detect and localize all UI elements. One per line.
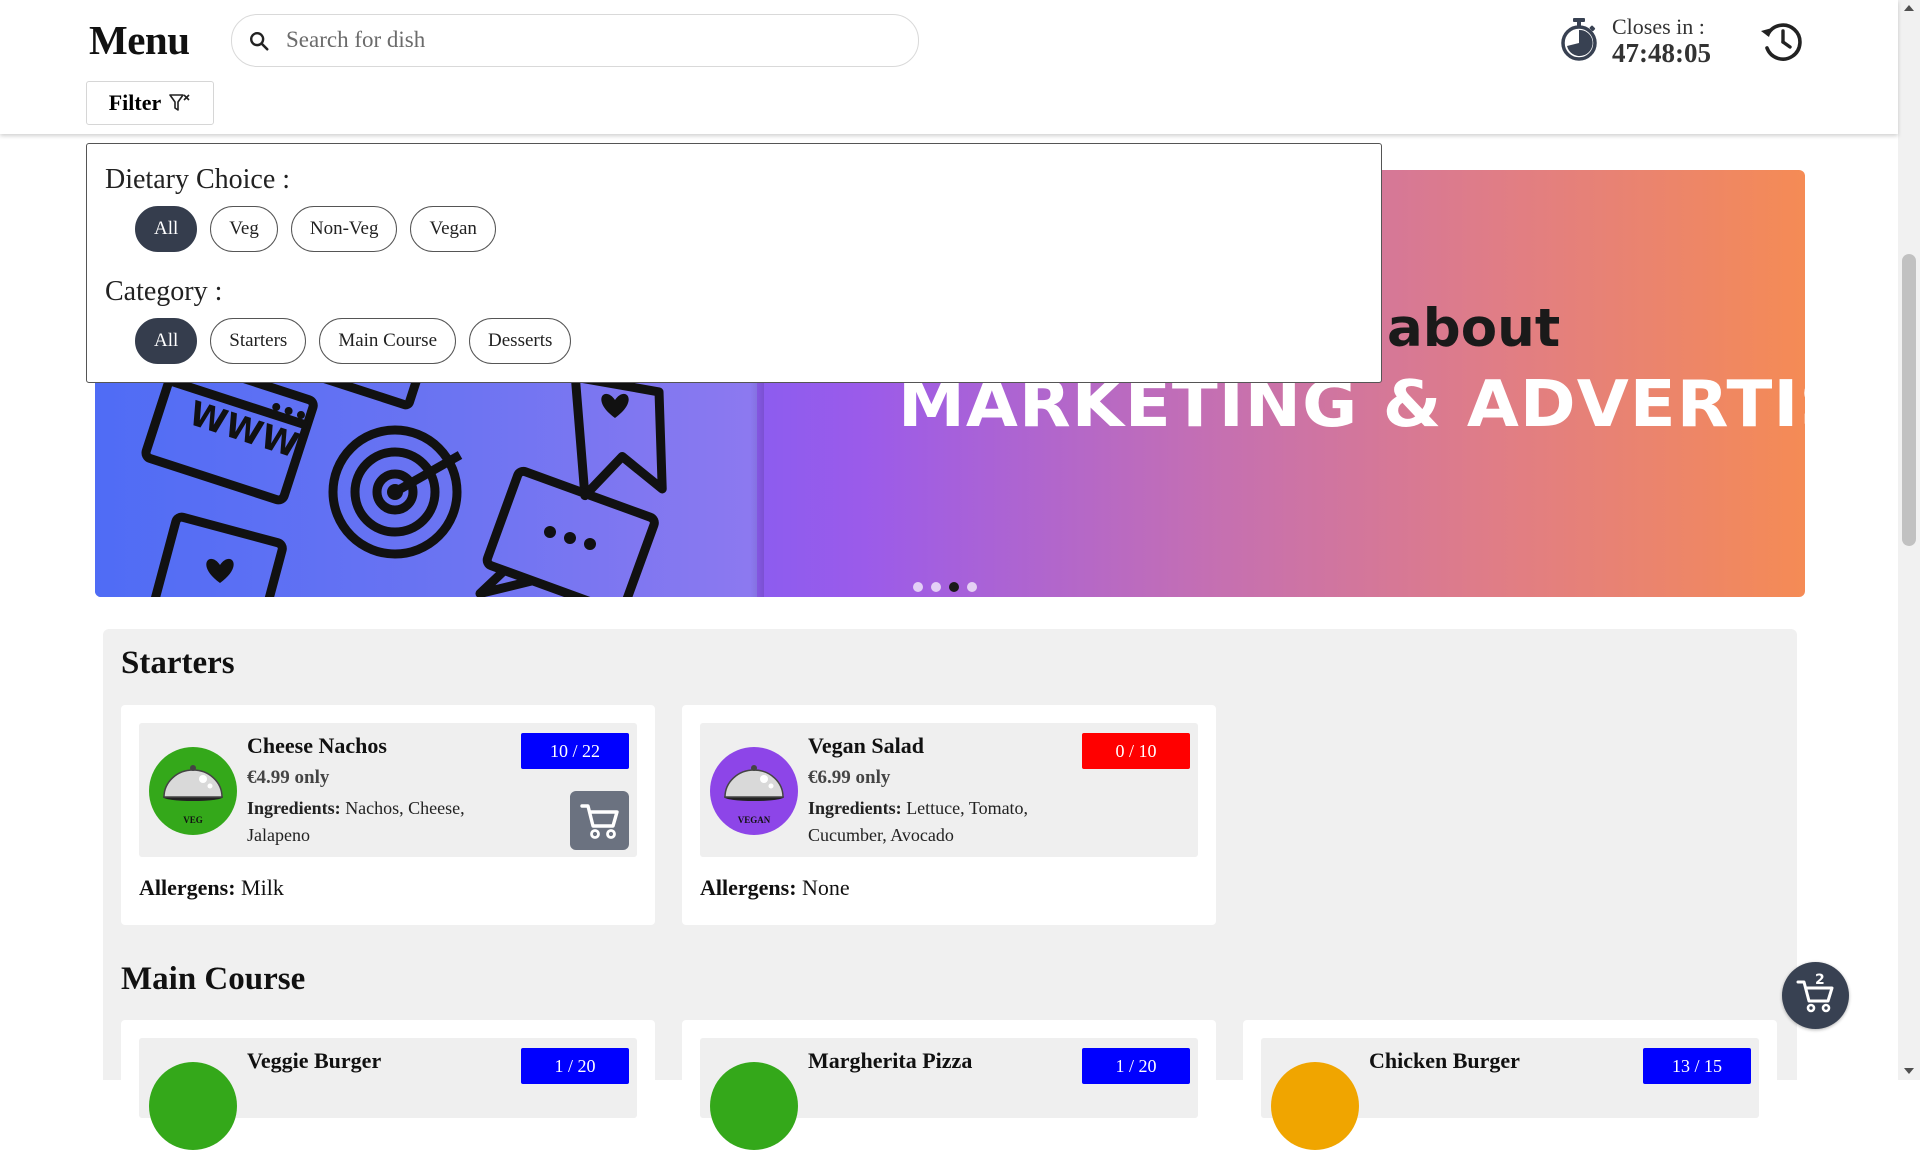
- closes-countdown: 47:48:05: [1612, 38, 1711, 68]
- menu-list: Starters VEG Cheese Nachos €4.99 only In…: [103, 629, 1797, 1150]
- category-chip-all[interactable]: All: [135, 318, 198, 364]
- allergens-label: Allergens:: [700, 875, 797, 900]
- diet-chip-veg[interactable]: Veg: [210, 206, 278, 252]
- dish-card: Veggie Burger 1 / 20: [121, 1020, 655, 1150]
- floating-cart-button[interactable]: 2: [1782, 962, 1849, 1029]
- dish-allergens: Allergens: Milk: [139, 875, 284, 901]
- closes-label: Closes in :: [1612, 14, 1705, 39]
- dish-name: Cheese Nachos: [247, 733, 387, 758]
- stock-badge: 13 / 15: [1643, 1048, 1751, 1084]
- scroll-up-arrow-icon[interactable]: [1904, 5, 1914, 11]
- dish-card: VEGAN Vegan Salad €6.99 only Ingredients…: [682, 705, 1216, 925]
- filter-label: Filter: [108, 90, 162, 115]
- history-icon: [1761, 23, 1802, 61]
- dish-price: €4.99 only: [247, 767, 330, 788]
- category-chips: All Starters Main Course Desserts: [135, 318, 572, 364]
- filter-clear-icon: [169, 94, 190, 111]
- section-title-starters: Starters: [121, 645, 235, 681]
- category-chip-desserts[interactable]: Desserts: [469, 318, 572, 364]
- add-to-cart-button[interactable]: [570, 791, 629, 850]
- scrollbar-thumb[interactable]: [1902, 254, 1916, 546]
- dish-ingredients: Ingredients: Nachos, Cheese, Jalapeno: [247, 795, 507, 849]
- section-title-main-course: Main Course: [121, 961, 306, 997]
- vegan-dish-avatar: VEGAN: [710, 747, 798, 835]
- diet-chip-vegan[interactable]: Vegan: [410, 206, 496, 252]
- dish-name: Veggie Burger: [247, 1048, 382, 1073]
- carousel-dot[interactable]: [913, 582, 923, 592]
- carousel-dot[interactable]: [931, 582, 941, 592]
- stock-badge: 0 / 10: [1082, 733, 1190, 769]
- banner-about-text: about: [1387, 298, 1561, 359]
- veg-dish-avatar: [710, 1062, 798, 1150]
- category-chip-main-course[interactable]: Main Course: [319, 318, 457, 364]
- dish-card-body: Chicken Burger 13 / 15: [1261, 1038, 1759, 1150]
- category-chip-starters[interactable]: Starters: [210, 318, 307, 364]
- search-input[interactable]: [286, 25, 886, 55]
- dish-price: €6.99 only: [808, 767, 891, 788]
- scroll-down-arrow-icon[interactable]: [1904, 1068, 1914, 1074]
- non-veg-dish-avatar: [1271, 1062, 1359, 1150]
- stock-badge: 1 / 20: [521, 1048, 629, 1084]
- stock-badge: 1 / 20: [1082, 1048, 1190, 1084]
- dish-card: Chicken Burger 13 / 15: [1243, 1020, 1777, 1150]
- stopwatch-icon: [1561, 18, 1597, 61]
- filter-panel: Dietary Choice : All Veg Non-Veg Vegan C…: [86, 143, 1382, 383]
- dish-name: Margherita Pizza: [808, 1048, 973, 1073]
- cart-icon: [579, 803, 619, 839]
- allergens-value: Milk: [241, 875, 284, 900]
- allergens-value: None: [802, 875, 850, 900]
- ingredients-label: Ingredients:: [247, 798, 341, 818]
- veg-dish-avatar: VEG: [149, 747, 237, 835]
- dietary-choice-chips: All Veg Non-Veg Vegan: [135, 206, 496, 252]
- dish-allergens: Allergens: None: [700, 875, 850, 901]
- carousel-dots: [913, 582, 977, 592]
- dietary-choice-label: Dietary Choice :: [105, 164, 291, 195]
- search-box[interactable]: [231, 14, 919, 67]
- carousel-dot-active[interactable]: [949, 582, 959, 592]
- cart-count-badge: 2: [1815, 972, 1825, 988]
- dish-ingredients: Ingredients: Lettuce, Tomato, Cucumber, …: [808, 795, 1068, 849]
- stock-badge: 10 / 22: [521, 733, 629, 769]
- filter-button[interactable]: Filter: [86, 81, 214, 125]
- page-title: Menu: [89, 17, 190, 63]
- dish-card-body: Margherita Pizza 1 / 20: [700, 1038, 1198, 1150]
- dish-card: VEG Cheese Nachos €4.99 only Ingredients…: [121, 705, 655, 925]
- diet-chip-non-veg[interactable]: Non-Veg: [290, 206, 398, 252]
- page-scrollbar[interactable]: [1898, 0, 1920, 1080]
- dish-name: Vegan Salad: [808, 733, 924, 758]
- dish-card-body: Veggie Burger 1 / 20: [139, 1038, 637, 1150]
- category-label: Category :: [105, 276, 223, 307]
- diet-label: VEG: [183, 815, 203, 825]
- carousel-dot[interactable]: [967, 582, 977, 592]
- top-header: Menu Filter Closes in : 47:48:05: [0, 0, 1898, 134]
- closing-timer: Closes in : 47:48:05: [1560, 14, 1711, 70]
- dish-name: Chicken Burger: [1369, 1048, 1520, 1073]
- diet-label: VEGAN: [737, 815, 771, 825]
- order-history-button[interactable]: [1759, 18, 1805, 69]
- ingredients-label: Ingredients:: [808, 798, 902, 818]
- diet-chip-all[interactable]: All: [135, 206, 198, 252]
- search-icon: [250, 32, 269, 51]
- dish-card: Margherita Pizza 1 / 20: [682, 1020, 1216, 1150]
- veg-dish-avatar: [149, 1062, 237, 1150]
- allergens-label: Allergens:: [139, 875, 236, 900]
- dish-card-body: VEGAN Vegan Salad €6.99 only Ingredients…: [700, 723, 1198, 857]
- dish-card-body: VEG Cheese Nachos €4.99 only Ingredients…: [139, 723, 637, 857]
